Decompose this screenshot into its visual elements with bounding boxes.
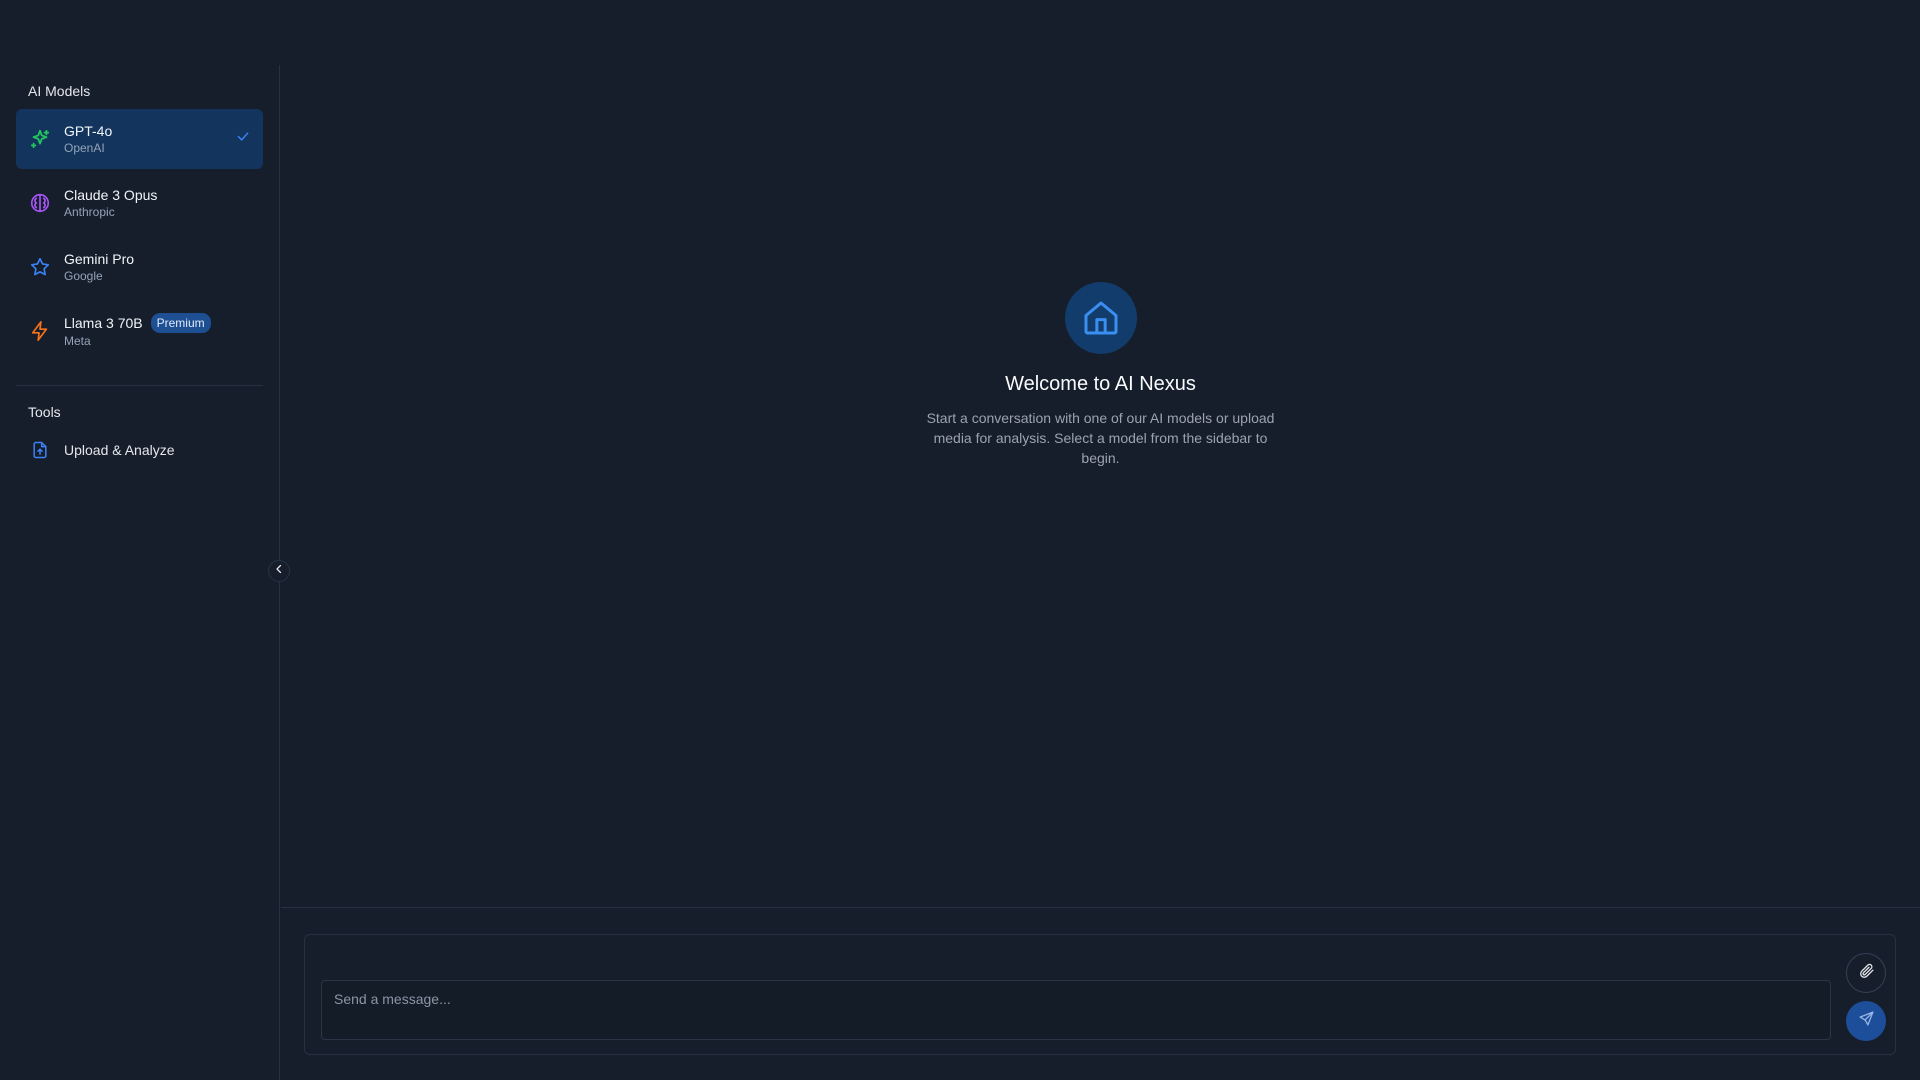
lightning-icon	[28, 319, 52, 343]
tool-item-upload-analyze[interactable]: Upload & Analyze	[16, 430, 263, 470]
model-text: Gemini Pro Google	[64, 250, 134, 284]
model-vendor: Google	[64, 269, 103, 283]
message-composer	[304, 934, 1896, 1055]
app-window: AI Models GPT-4o OpenAI Claude 3 Opus An…	[0, 0, 1920, 1080]
model-text: Claude 3 Opus Anthropic	[64, 186, 157, 220]
model-vendor: Anthropic	[64, 205, 115, 219]
model-name: Llama 3 70B	[64, 315, 143, 331]
models-section-title: AI Models	[28, 83, 91, 99]
main-panel: Welcome to AI Nexus Start a conversation…	[281, 0, 1920, 1080]
sparkle-icon	[28, 127, 52, 151]
model-name: Claude 3 Opus	[64, 187, 158, 203]
message-input[interactable]	[321, 980, 1831, 1040]
model-text: Llama 3 70B Premium Meta	[64, 313, 211, 349]
model-name: GPT-4o	[64, 123, 113, 139]
tools-section-title: Tools	[28, 404, 61, 420]
model-item-llama-3-70b[interactable]: Llama 3 70B Premium Meta	[16, 301, 263, 361]
composer-region	[281, 907, 1920, 1080]
welcome-title: Welcome to AI Nexus	[1005, 373, 1196, 395]
model-name-row: Llama 3 70B Premium	[64, 313, 211, 333]
sidebar: AI Models GPT-4o OpenAI Claude 3 Opus An…	[0, 65, 280, 1080]
star-icon	[28, 255, 52, 279]
sidebar-divider	[16, 385, 263, 386]
attach-button[interactable]	[1846, 953, 1886, 993]
brain-icon	[28, 191, 52, 215]
model-item-gpt-4o[interactable]: GPT-4o OpenAI	[16, 109, 263, 169]
model-name: Gemini Pro	[64, 251, 135, 267]
check-icon	[235, 129, 251, 150]
model-text: GPT-4o OpenAI	[64, 122, 112, 156]
model-item-claude-3-opus[interactable]: Claude 3 Opus Anthropic	[16, 173, 263, 233]
model-vendor: Meta	[64, 334, 91, 348]
file-upload-icon	[28, 438, 52, 462]
paperclip-icon	[1858, 962, 1875, 984]
model-item-gemini-pro[interactable]: Gemini Pro Google	[16, 237, 263, 297]
welcome-description: Start a conversation with one of our AI …	[926, 410, 1275, 466]
premium-badge: Premium	[150, 313, 211, 333]
model-vendor: OpenAI	[64, 141, 105, 155]
send-button[interactable]	[1846, 1001, 1886, 1041]
send-icon	[1858, 1010, 1875, 1032]
welcome-panel: Welcome to AI Nexus Start a conversation…	[281, 282, 1920, 468]
home-icon	[1064, 282, 1137, 354]
tool-label: Upload & Analyze	[64, 442, 175, 458]
